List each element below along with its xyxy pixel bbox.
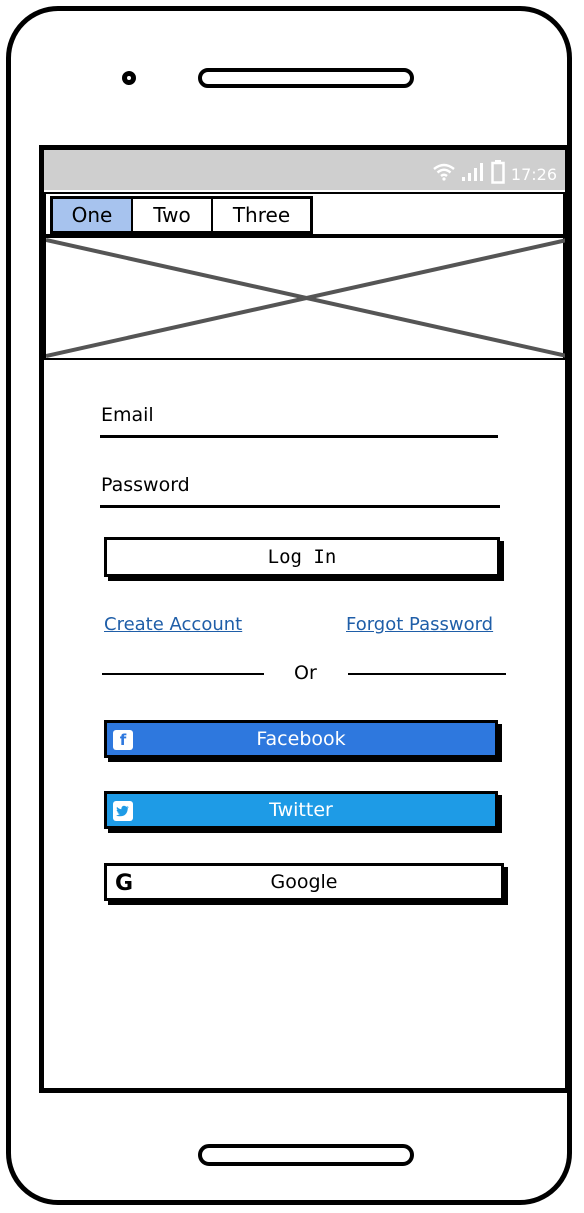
password-label: Password (101, 474, 190, 496)
twitter-icon (113, 801, 133, 821)
phone-frame: 17:26 One Two Three Email Password Log I… (6, 6, 572, 1205)
phone-screen: 17:26 One Two Three Email Password Log I… (39, 145, 570, 1093)
facebook-button-label: Facebook (256, 728, 346, 750)
divider-line-left (102, 673, 264, 675)
tab-label: Three (232, 203, 291, 227)
speaker-grille (198, 68, 414, 88)
tab-one[interactable]: One (53, 199, 133, 231)
facebook-button[interactable]: f Facebook (104, 720, 498, 758)
divider-text: Or (294, 662, 317, 684)
forgot-password-link[interactable]: Forgot Password (346, 614, 493, 635)
tab-three[interactable]: Three (213, 199, 310, 231)
tab-label: Two (153, 203, 191, 227)
facebook-icon: f (113, 730, 133, 750)
tab-bar: One Two Three (44, 192, 565, 236)
password-input[interactable] (100, 505, 500, 508)
twitter-button-label: Twitter (269, 799, 333, 821)
email-input[interactable] (100, 435, 498, 438)
status-bar: 17:26 (44, 150, 565, 190)
google-button[interactable]: G Google (104, 863, 504, 901)
signal-icon (461, 162, 485, 186)
tab-group: One Two Three (50, 196, 313, 234)
camera-icon (122, 71, 136, 85)
home-speaker (198, 1144, 414, 1166)
login-button[interactable]: Log In (104, 537, 500, 577)
create-account-link[interactable]: Create Account (104, 614, 242, 635)
divider-line-right (348, 673, 506, 675)
status-icons: 17:26 (433, 160, 557, 188)
google-button-label: Google (270, 871, 338, 893)
wifi-icon (433, 163, 455, 185)
status-time: 17:26 (510, 164, 557, 184)
tab-label: One (71, 203, 113, 227)
google-icon: G (114, 870, 134, 896)
email-label: Email (101, 404, 154, 426)
login-button-label: Log In (267, 546, 337, 568)
tab-two[interactable]: Two (133, 199, 213, 231)
battery-icon (491, 160, 505, 188)
image-placeholder (44, 236, 565, 360)
twitter-button[interactable]: Twitter (104, 791, 498, 829)
placeholder-cross (46, 238, 565, 358)
